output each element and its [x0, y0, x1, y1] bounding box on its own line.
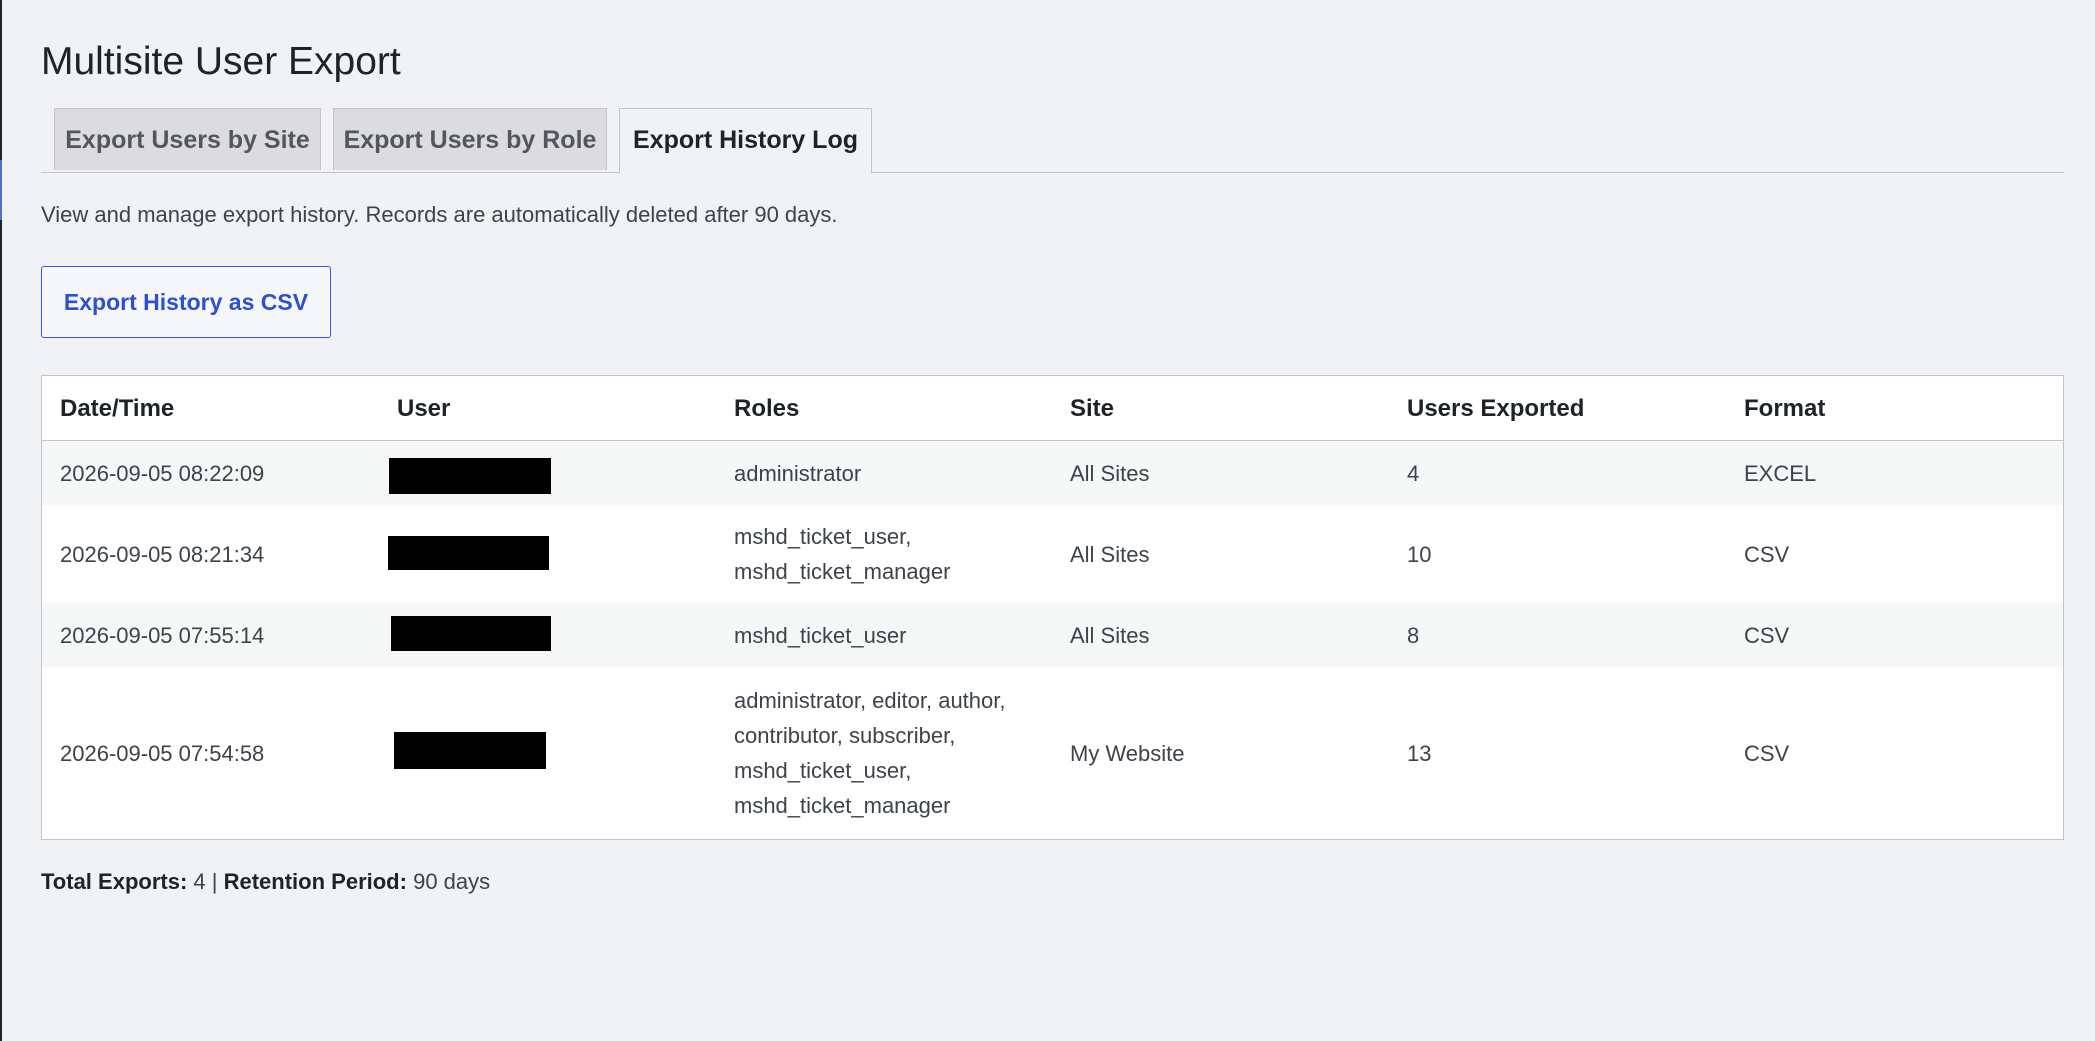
redacted-user-block — [391, 616, 551, 651]
table-row: 2026-09-05 08:22:09 administrator All Si… — [42, 441, 2063, 505]
cell-site: All Sites — [1070, 460, 1150, 486]
redacted-user-block — [389, 458, 551, 494]
cell-datetime: 2026-09-05 07:54:58 — [60, 740, 265, 766]
table-row: 2026-09-05 07:55:14 mshd_ticket_user All… — [42, 603, 2063, 667]
table-header-row: Date/Time User Roles Site Users Exported… — [42, 376, 2063, 441]
cell-roles: mshd_ticket_user, mshd_ticket_manager — [734, 524, 951, 584]
redacted-user-block — [388, 536, 549, 570]
tab-bar: Export Users by Site Export Users by Rol… — [41, 108, 2064, 173]
column-header-datetime: Date/Time — [60, 394, 175, 422]
cell-site: All Sites — [1070, 622, 1150, 648]
column-header-users-exported: Users Exported — [1407, 394, 1585, 422]
redacted-user-block — [394, 732, 546, 769]
cell-user — [379, 603, 716, 667]
export-history-csv-button[interactable]: Export History as CSV — [41, 266, 331, 338]
tab-export-history-log[interactable]: Export History Log — [619, 108, 872, 173]
page-title: Multisite User Export — [41, 40, 401, 83]
column-header-site: Site — [1070, 394, 1115, 422]
table-row: 2026-09-05 07:54:58 administrator, edito… — [42, 667, 2063, 839]
export-summary: Total Exports: 4 | Retention Period: 90 … — [41, 867, 490, 897]
total-exports-value: 4 — [193, 869, 206, 894]
cell-roles: administrator, editor, author, contribut… — [734, 688, 1006, 818]
cell-user — [379, 505, 716, 603]
page-description: View and manage export history. Records … — [41, 202, 838, 227]
cell-format: CSV — [1744, 740, 1790, 766]
tab-export-users-by-role[interactable]: Export Users by Role — [333, 108, 607, 170]
cell-users-exported: 10 — [1407, 541, 1432, 567]
cell-roles: administrator — [734, 460, 862, 486]
admin-sidebar-accent — [0, 160, 2, 220]
summary-separator: | — [211, 869, 218, 894]
table-row: 2026-09-05 08:21:34 mshd_ticket_user, ms… — [42, 505, 2063, 603]
export-history-table: Date/Time User Roles Site Users Exported… — [41, 375, 2064, 840]
column-header-user: User — [397, 394, 451, 422]
cell-site: All Sites — [1070, 541, 1150, 567]
retention-period-label: Retention Period: — [223, 869, 407, 894]
cell-datetime: 2026-09-05 07:55:14 — [60, 622, 265, 648]
cell-user — [379, 441, 716, 505]
admin-sidebar-edge — [0, 0, 2, 1041]
cell-format: CSV — [1744, 622, 1790, 648]
tab-export-users-by-site[interactable]: Export Users by Site — [54, 108, 321, 170]
retention-period-value: 90 days — [413, 869, 491, 894]
cell-users-exported: 13 — [1407, 740, 1432, 766]
column-header-roles: Roles — [734, 394, 800, 422]
cell-datetime: 2026-09-05 08:21:34 — [60, 541, 265, 567]
cell-user — [379, 667, 716, 839]
cell-format: EXCEL — [1744, 460, 1817, 486]
column-header-format: Format — [1744, 394, 1826, 422]
cell-format: CSV — [1744, 541, 1790, 567]
cell-site: My Website — [1070, 740, 1185, 766]
cell-roles: mshd_ticket_user — [734, 622, 907, 648]
cell-users-exported: 8 — [1407, 622, 1420, 648]
total-exports-label: Total Exports: — [41, 869, 188, 894]
cell-datetime: 2026-09-05 08:22:09 — [60, 460, 265, 486]
cell-users-exported: 4 — [1407, 460, 1420, 486]
